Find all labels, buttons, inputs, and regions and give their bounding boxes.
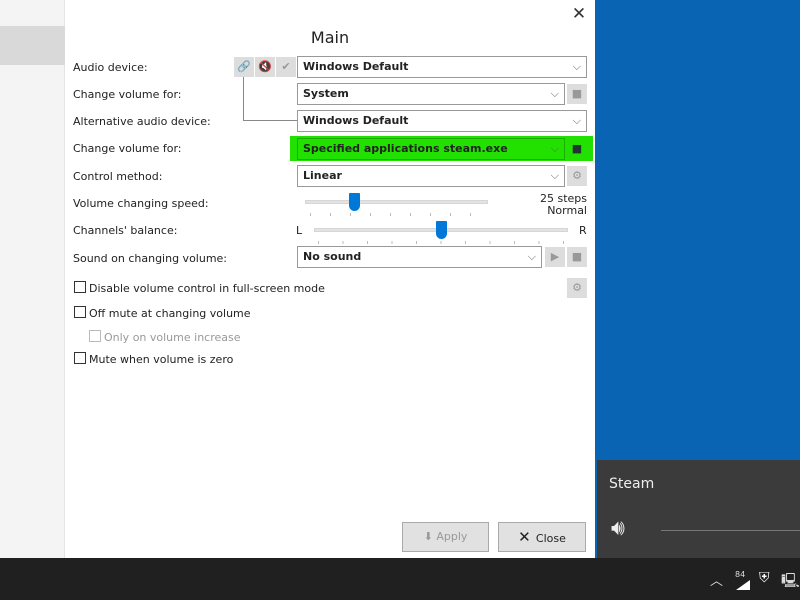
balance-ticks <box>318 241 573 244</box>
audio-device-value: Windows Default <box>303 60 409 73</box>
change-volume-label: Change volume for: <box>73 88 182 101</box>
check-icon[interactable]: ✔ <box>276 57 296 77</box>
balance-right: R <box>579 224 587 237</box>
close-button[interactable]: ✕ Close <box>498 522 586 552</box>
fullscreen-label: Disable volume control in full-screen mo… <box>89 282 325 295</box>
close-label: Close <box>535 532 566 545</box>
off-mute-checkbox[interactable] <box>74 306 86 318</box>
balance-slider-thumb[interactable] <box>436 221 447 239</box>
chevron-down-icon: ⌵ <box>550 169 559 182</box>
sidebar <box>0 0 65 558</box>
folder-icon[interactable]: ■ <box>567 139 587 159</box>
mute-zero-checkbox[interactable] <box>74 352 86 364</box>
mute-zero-label: Mute when volume is zero <box>89 353 234 366</box>
audio-device-select[interactable]: Windows Default ⌵ <box>297 56 587 78</box>
chevron-down-icon: ⌵ <box>550 87 559 100</box>
speed-mode: Normal <box>547 204 587 217</box>
mute-icon[interactable]: 🔇 <box>255 57 275 77</box>
change-volume-label-2: Change volume for: <box>73 142 182 155</box>
link-icon[interactable]: 🔗 <box>234 57 254 77</box>
speed-slider-thumb[interactable] <box>349 193 361 211</box>
link-connector <box>243 77 298 121</box>
fullscreen-checkbox[interactable] <box>74 281 86 293</box>
speed-ticks <box>310 213 490 216</box>
alt-audio-device-select[interactable]: Windows Default ⌵ <box>297 110 587 132</box>
chevron-down-icon: ⌵ <box>527 250 536 263</box>
speed-label: Volume changing speed: <box>73 197 209 210</box>
alt-audio-device-value: Windows Default <box>303 114 409 127</box>
play-icon[interactable]: ▶ <box>545 247 565 267</box>
network-icon[interactable] <box>736 580 750 590</box>
volume-flyout: Steam 🔊︎ <box>597 460 800 558</box>
close-icon: ✕ <box>518 528 536 546</box>
speaker-icon[interactable]: 🔊︎ <box>611 516 625 541</box>
control-method-select[interactable]: Linear ⌵ <box>297 165 565 187</box>
chevron-up-icon[interactable]: ︿ <box>710 570 723 589</box>
balance-left: L <box>296 224 303 237</box>
speed-slider-track[interactable] <box>305 200 488 204</box>
apply-button[interactable]: ⬇ Apply <box>402 522 489 552</box>
gear-icon[interactable]: ⚙ <box>567 278 587 298</box>
change-volume-value: System <box>303 87 349 100</box>
sound-select[interactable]: No sound ⌵ <box>297 246 542 268</box>
flyout-app-name: Steam <box>609 476 655 492</box>
gear-icon[interactable]: ⚙ <box>567 166 587 186</box>
change-volume-value-2: Specified applications steam.exe <box>303 142 508 155</box>
chevron-down-icon: ⌵ <box>572 60 581 73</box>
audio-device-label: Audio device: <box>73 61 148 74</box>
alt-audio-device-label: Alternative audio device: <box>73 115 211 128</box>
control-method-label: Control method: <box>73 170 163 183</box>
control-method-value: Linear <box>303 169 342 182</box>
apply-icon: ⬇ <box>423 530 437 543</box>
volume-slider[interactable] <box>661 530 800 531</box>
volume-increase-label: Only on volume increase <box>104 331 241 344</box>
sound-value: No sound <box>303 250 362 263</box>
change-volume-select[interactable]: System ⌵ <box>297 83 565 105</box>
volume-increase-checkbox[interactable] <box>89 330 101 342</box>
taskbar: ︿ 84 ⛨ 🖳 <box>0 558 800 600</box>
apply-label: Apply <box>436 530 468 543</box>
folder-icon[interactable]: ■ <box>567 84 587 104</box>
chevron-down-icon: ⌵ <box>550 142 559 155</box>
stop-icon[interactable]: ■ <box>567 247 587 267</box>
chevron-down-icon: ⌵ <box>572 114 581 127</box>
change-volume-select-2[interactable]: Specified applications steam.exe ⌵ <box>297 138 565 160</box>
network-computer-icon[interactable]: 🖳 <box>781 570 800 594</box>
settings-window: ✕ Main Audio device: 🔗 🔇 ✔ Windows Defau… <box>0 0 595 558</box>
page-title: Main <box>310 28 350 47</box>
shield-icon[interactable]: ⛨ <box>759 570 770 586</box>
close-icon[interactable]: ✕ <box>568 3 590 25</box>
sound-label: Sound on changing volume: <box>73 252 228 265</box>
battery-level: 84 <box>735 570 746 579</box>
balance-label: Channels' balance: <box>73 224 178 237</box>
sidebar-item-selected[interactable] <box>0 26 65 65</box>
off-mute-label: Off mute at changing volume <box>89 307 251 320</box>
